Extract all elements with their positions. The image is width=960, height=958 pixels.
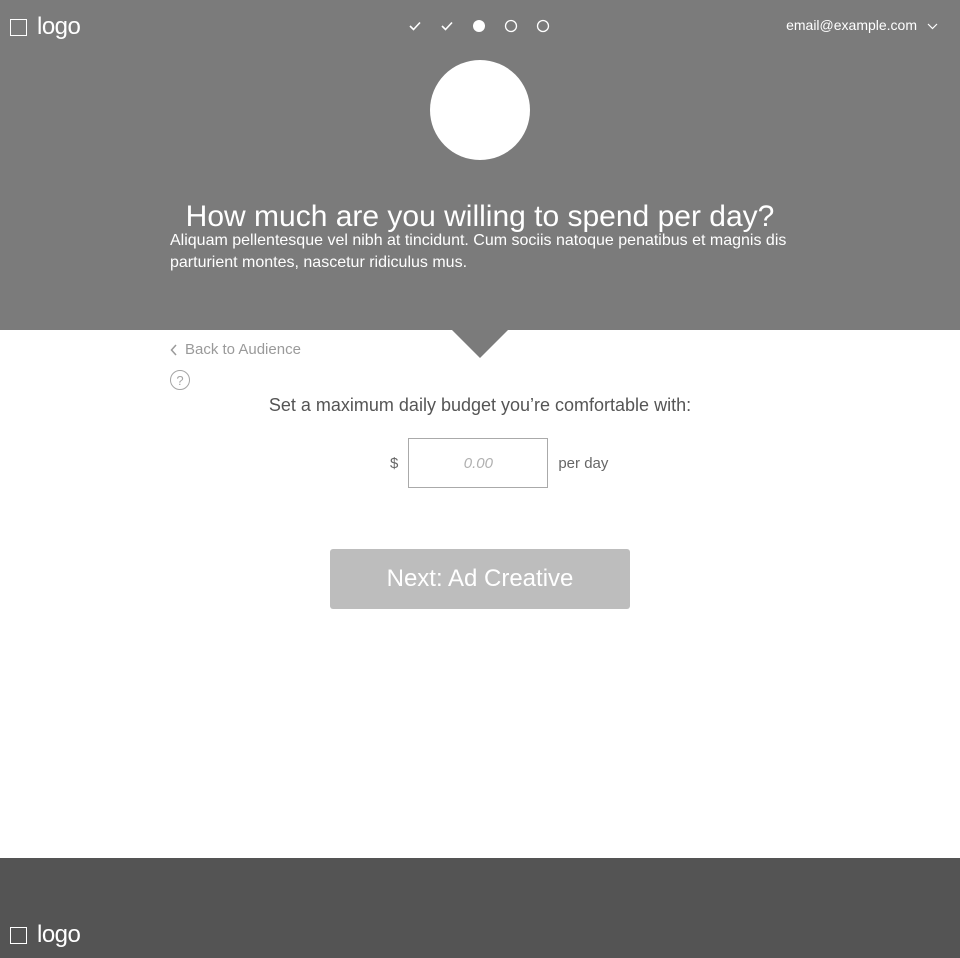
back-link-label: Back to Audience [185, 341, 301, 358]
footer-logo-text: logo [37, 921, 81, 948]
header-logo[interactable]: logo [10, 13, 81, 41]
budget-prompt: Set a maximum daily budget you’re comfor… [268, 395, 692, 415]
step-4-empty-dot-icon [504, 19, 518, 33]
account-menu[interactable]: email@example.com [786, 17, 938, 33]
logo-text: logo [37, 13, 81, 40]
page-subtitle: Aliquam pellentesque vel nibh at tincidu… [170, 232, 787, 271]
step-5-empty-dot-icon [536, 19, 550, 33]
account-email: email@example.com [786, 17, 917, 33]
hero-avatar-circle [430, 60, 530, 160]
help-icon[interactable]: ? [170, 370, 190, 390]
logo-square-icon [10, 926, 27, 944]
per-day-label: per day [558, 454, 609, 472]
hero-pointer-arrow [452, 330, 508, 358]
back-to-audience-link[interactable]: Back to Audience [170, 341, 301, 358]
hero-banner: logo email@example.com How much are you … [0, 0, 960, 330]
footer-logo[interactable]: logo [10, 921, 81, 949]
step-3-current-dot-icon [472, 19, 486, 33]
footer: logo [0, 858, 960, 958]
step-2-check-icon [440, 19, 454, 33]
next-ad-creative-button[interactable]: Next: Ad Creative [330, 549, 630, 609]
daily-budget-input[interactable] [408, 438, 549, 488]
currency-symbol: $ [390, 454, 399, 472]
step-1-check-icon [408, 19, 422, 33]
logo-square-icon [10, 18, 27, 36]
progress-steps [408, 19, 550, 33]
page-title: How much are you willing to spend per da… [185, 200, 775, 234]
chevron-left-icon [170, 343, 177, 356]
chevron-down-icon [927, 17, 938, 33]
budget-row: $ per day [390, 438, 608, 488]
